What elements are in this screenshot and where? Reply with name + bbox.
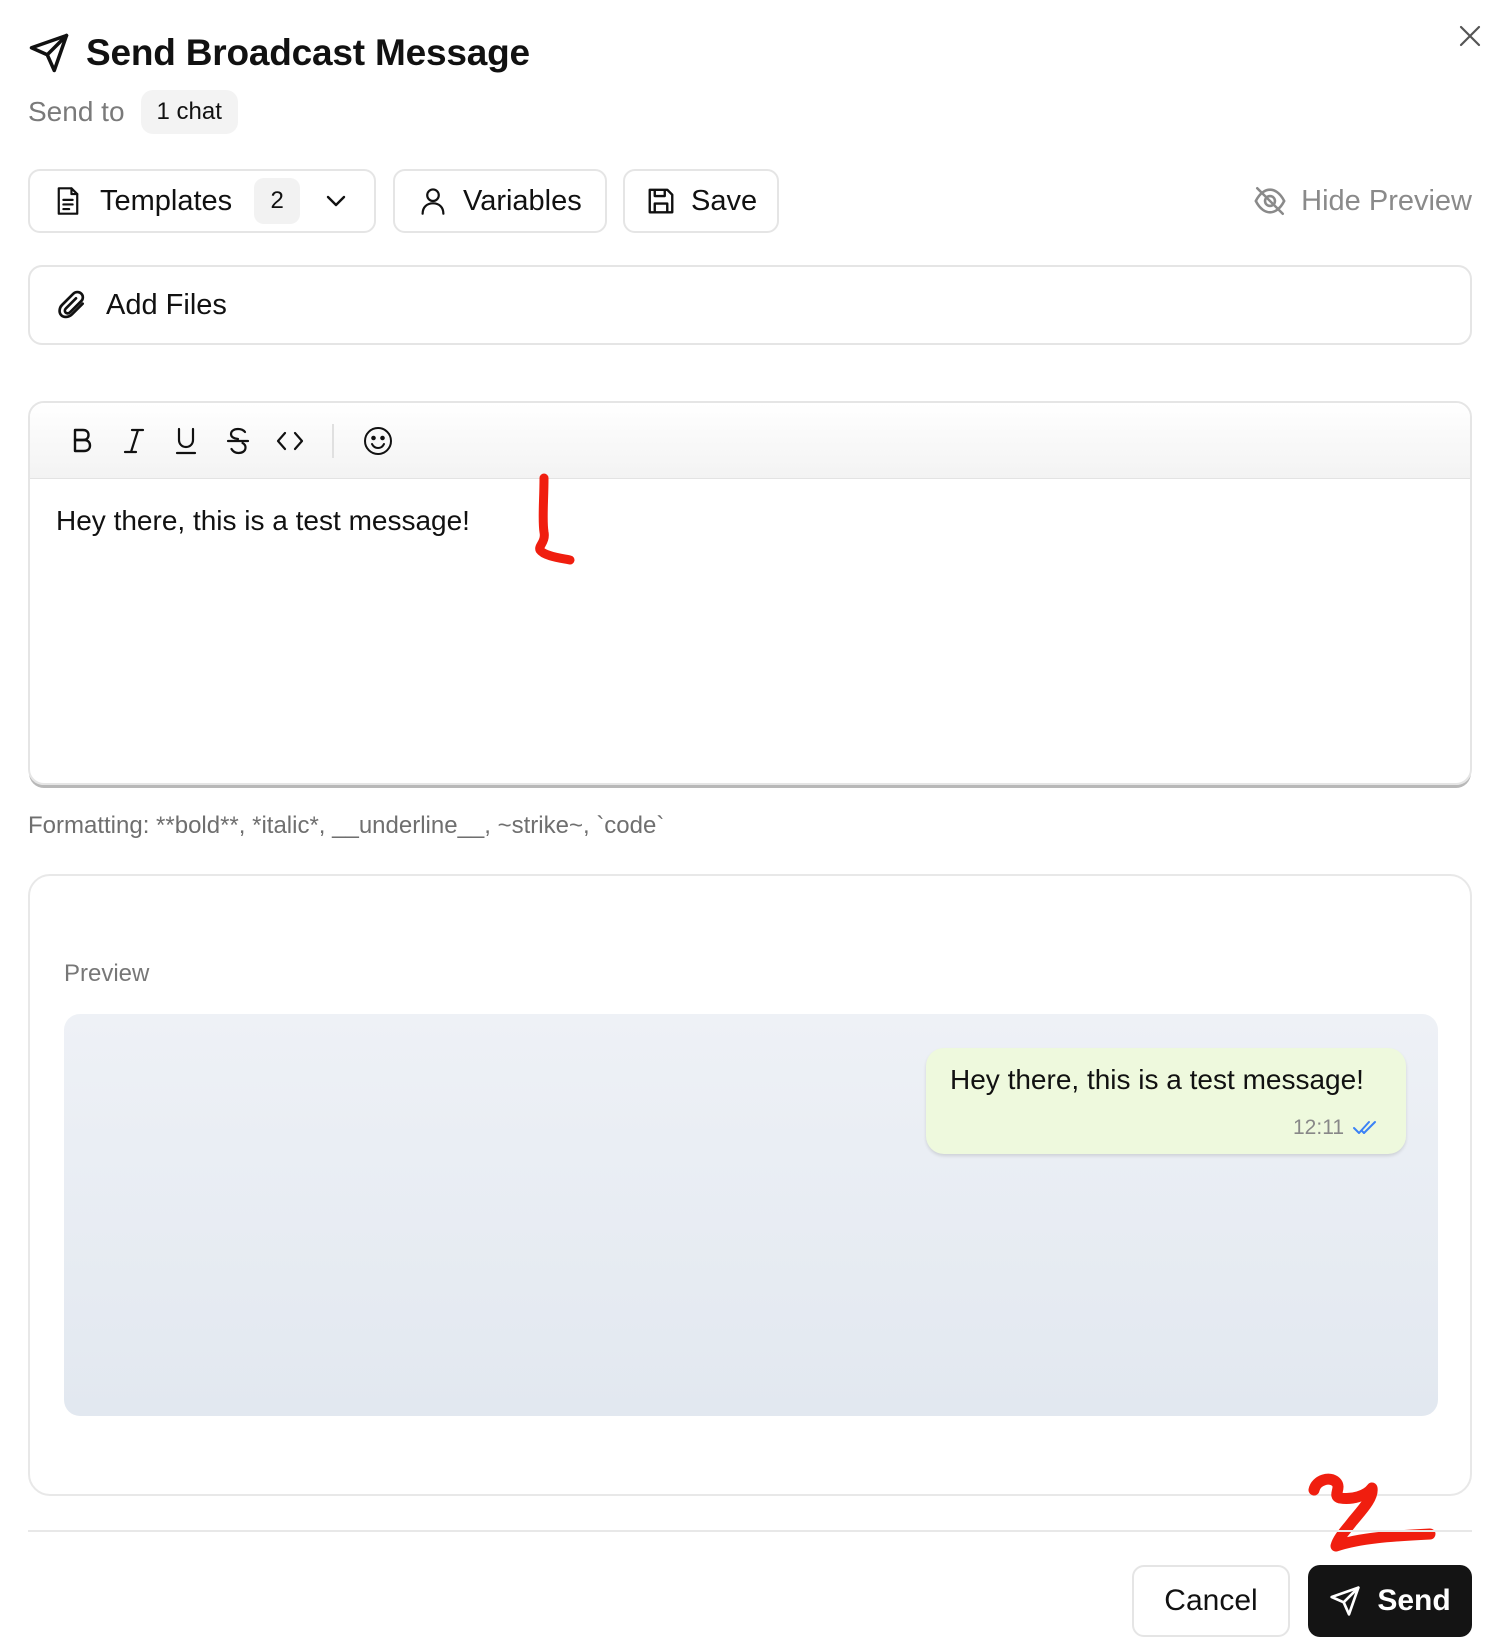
bubble-time: 12:11 bbox=[1293, 1116, 1344, 1139]
code-button[interactable] bbox=[264, 415, 316, 467]
send-label: Send bbox=[1377, 1584, 1451, 1617]
toolbar-divider bbox=[332, 423, 334, 458]
user-icon bbox=[417, 185, 449, 217]
templates-dropdown[interactable]: Templates 2 bbox=[28, 169, 376, 233]
save-icon bbox=[645, 185, 677, 217]
underline-icon bbox=[175, 427, 197, 454]
preview-panel: Preview Hey there, this is a test messag… bbox=[28, 874, 1472, 1496]
footer-divider bbox=[28, 1530, 1472, 1532]
message-editor: Hey there, this is a test message! bbox=[28, 401, 1472, 785]
code-icon bbox=[276, 431, 304, 450]
bold-icon bbox=[73, 428, 92, 452]
formatting-hint: Formatting: **bold**, *italic*, __underl… bbox=[28, 812, 665, 839]
add-files-button[interactable]: Add Files bbox=[28, 265, 1472, 345]
emoji-icon bbox=[364, 426, 392, 455]
chat-preview-area: Hey there, this is a test message! 12:11 bbox=[64, 1014, 1438, 1416]
send-to-row: Send to 1 chat bbox=[28, 88, 238, 136]
templates-count-badge: 2 bbox=[254, 178, 301, 224]
italic-icon bbox=[123, 428, 145, 453]
message-textarea[interactable]: Hey there, this is a test message! bbox=[30, 479, 1470, 562]
double-check-icon bbox=[1353, 1121, 1376, 1134]
save-button[interactable]: Save bbox=[623, 169, 779, 233]
dialog-header: Send Broadcast Message bbox=[28, 28, 530, 78]
recipients-chip[interactable]: 1 chat bbox=[140, 90, 238, 134]
document-icon bbox=[52, 185, 84, 217]
message-bubble: Hey there, this is a test message! 12:11 bbox=[926, 1048, 1406, 1154]
send-to-label: Send to bbox=[28, 96, 125, 127]
chevron-down-icon bbox=[320, 185, 352, 217]
variables-button[interactable]: Variables bbox=[393, 169, 607, 233]
save-label: Save bbox=[691, 184, 758, 217]
close-button[interactable] bbox=[1452, 18, 1488, 54]
bold-button[interactable] bbox=[56, 415, 108, 467]
templates-label: Templates bbox=[100, 184, 233, 217]
preview-label: Preview bbox=[64, 960, 150, 987]
strikethrough-button[interactable] bbox=[212, 415, 264, 467]
send-icon bbox=[29, 33, 69, 73]
emoji-button[interactable] bbox=[352, 415, 404, 467]
bubble-text: Hey there, this is a test message! bbox=[950, 1064, 1364, 1095]
send-icon bbox=[1330, 1586, 1360, 1616]
eye-off-icon bbox=[1254, 186, 1286, 216]
cancel-button[interactable]: Cancel bbox=[1132, 1565, 1290, 1637]
message-toolbar: Templates 2 Variables Save Hide Preview bbox=[28, 169, 1472, 233]
bubble-meta: 12:11 bbox=[1293, 1116, 1382, 1140]
strikethrough-icon bbox=[226, 427, 250, 454]
formatting-toolbar bbox=[30, 403, 1470, 479]
close-icon bbox=[1459, 25, 1481, 47]
hide-preview-label: Hide Preview bbox=[1301, 184, 1472, 217]
underline-button[interactable] bbox=[160, 415, 212, 467]
dialog-title: Send Broadcast Message bbox=[86, 32, 530, 73]
italic-button[interactable] bbox=[108, 415, 160, 467]
cancel-label: Cancel bbox=[1164, 1584, 1258, 1617]
variables-label: Variables bbox=[463, 184, 582, 217]
add-files-label: Add Files bbox=[106, 288, 227, 321]
paperclip-icon bbox=[58, 290, 85, 319]
hide-preview-toggle[interactable]: Hide Preview bbox=[1253, 169, 1472, 233]
send-button[interactable]: Send bbox=[1308, 1565, 1472, 1637]
broadcast-dialog: Send Broadcast Message Send to 1 chat Te… bbox=[0, 0, 1500, 1648]
